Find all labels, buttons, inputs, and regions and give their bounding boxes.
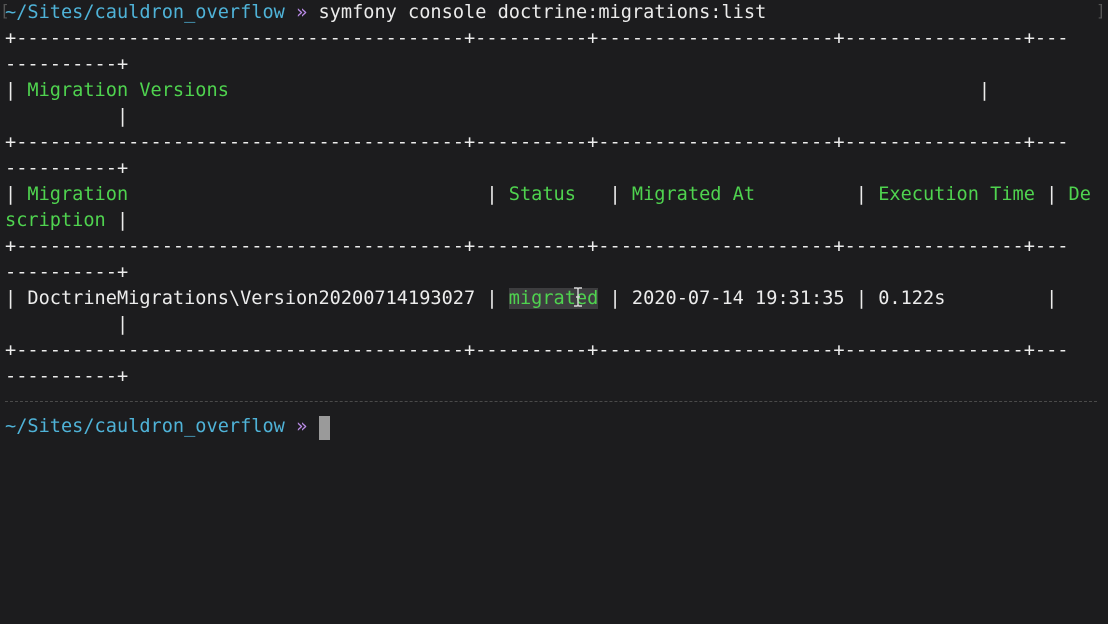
title-row-prefix: | (5, 80, 28, 101)
row-status[interactable]: migrated (508, 288, 599, 309)
prompt-line[interactable]: ~/Sites/cauldron_overflow » (5, 414, 307, 440)
table-border-header-wrap: ----------+ (5, 158, 129, 179)
table-border-header: +---------------------------------------… (5, 132, 1069, 153)
table-border-top-wrap: ----------+ (5, 54, 129, 75)
prompt-symbol-2: » (296, 416, 308, 437)
table-border-body: +---------------------------------------… (5, 236, 1069, 257)
header-row: | Migration | Status | Migrated At | Exe… (5, 184, 1091, 205)
right-edge-bracket: ] (1096, 1, 1106, 20)
table-border-top: +---------------------------------------… (5, 28, 1069, 49)
table-border-bottom: +---------------------------------------… (5, 340, 1069, 361)
terminal-window[interactable]: [ ] ~/Sites/cauldron_overflow » symfony … (0, 0, 1108, 624)
header-description-end: scription (5, 210, 106, 231)
prompt-path: ~/Sites/cauldron_overflow (5, 2, 285, 23)
table-border-bottom-wrap: ----------+ (5, 366, 129, 387)
prompt-path-2: ~/Sites/cauldron_overflow (5, 416, 285, 437)
table-row: | DoctrineMigrations\Version202007141930… (5, 288, 1058, 309)
title-row: | Migration Versions | (5, 78, 990, 104)
prompt-symbol: » (296, 2, 308, 23)
header-description-start: De (1068, 184, 1091, 205)
text-cursor (319, 416, 330, 440)
row-migration: DoctrineMigrations\Version20200714193027 (27, 288, 476, 309)
table-row-wrap: | (5, 314, 129, 335)
ibeam-cursor-icon (574, 287, 582, 307)
header-migrated-at: Migrated At (631, 184, 756, 205)
header-row-wrap: scription | (5, 210, 129, 231)
prompt-separator (5, 401, 1097, 402)
title-row-suffix: | (228, 80, 991, 101)
command-line: ~/Sites/cauldron_overflow » symfony cons… (5, 0, 766, 26)
command-text: symfony console doctrine:migrations:list (318, 2, 767, 23)
header-status: Status (508, 184, 576, 205)
row-execution-time: 0.122s (878, 288, 946, 309)
row-migrated-at: 2020-07-14 19:31:35 (631, 288, 845, 309)
table-border-body-wrap: ----------+ (5, 262, 129, 283)
header-execution-time: Execution Time (878, 184, 1035, 205)
table-title: Migration Versions (27, 80, 229, 101)
header-migration: Migration (27, 184, 129, 205)
title-row-wrap: | (5, 106, 129, 127)
